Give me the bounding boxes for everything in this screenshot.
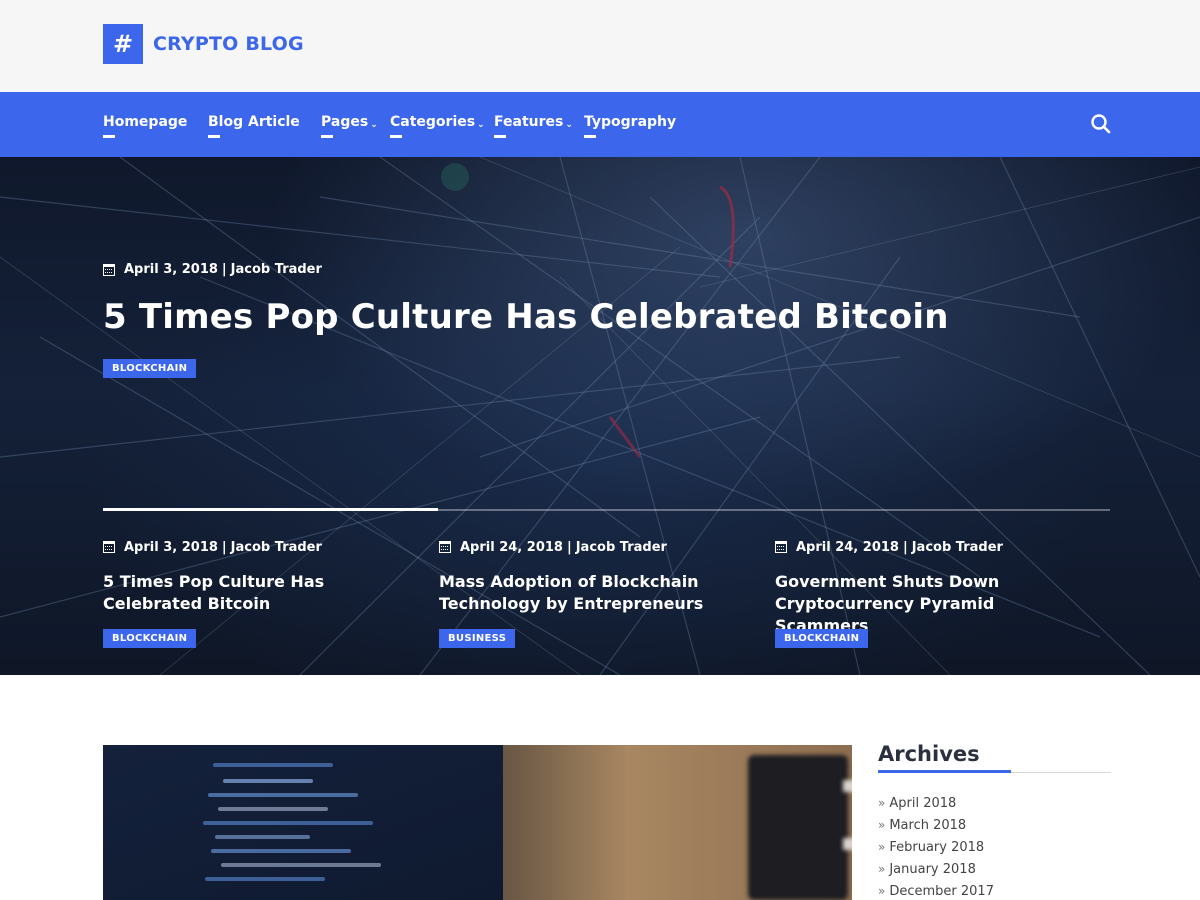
nav-item-label: Typography — [584, 114, 677, 130]
nav-underline — [208, 135, 220, 138]
site-logo[interactable]: # CRYPTO BLOG — [103, 24, 304, 64]
archive-link-label: February 2018 — [889, 839, 985, 855]
post-date: April 3, 2018 — [124, 262, 218, 277]
double-chevron-right-icon: » — [878, 818, 886, 832]
category-badge[interactable]: BLOCKCHAIN — [775, 629, 869, 648]
post-author[interactable]: Jacob Trader — [231, 262, 322, 277]
meta-separator: | — [221, 539, 227, 555]
nav-item-typography[interactable]: Typography — [584, 114, 677, 138]
search-icon[interactable] — [1090, 113, 1112, 135]
post-author[interactable]: Jacob Trader — [576, 540, 667, 555]
nav-item-label: Blog Article — [208, 114, 300, 130]
hero-post-title[interactable]: 5 Times Pop Culture Has Celebrated Bitco… — [103, 297, 949, 337]
archive-link-label: January 2018 — [889, 861, 976, 877]
slide-item[interactable]: April 24, 2018 | Jacob Trader Mass Adopt… — [439, 539, 749, 648]
site-name: CRYPTO BLOG — [153, 33, 304, 55]
code-line — [223, 779, 313, 783]
archives-list: » April 2018 » March 2018 » February 2018 »… — [878, 792, 1111, 900]
post-date: April 3, 2018 — [124, 539, 218, 555]
featured-post-image[interactable] — [103, 745, 852, 900]
archive-link[interactable]: » March 2018 — [878, 814, 1111, 836]
meta-separator: | — [566, 539, 572, 555]
category-badge[interactable]: BLOCKCHAIN — [103, 359, 197, 378]
widget-title-accent — [878, 770, 1011, 773]
slide-item[interactable]: April 24, 2018 | Jacob Trader Government… — [775, 539, 1085, 648]
code-line — [211, 849, 351, 853]
sidebar: Archives » April 2018 » March 2018 » Februa… — [878, 742, 1111, 900]
archives-widget-title: Archives — [878, 742, 980, 766]
site-header: # CRYPTO BLOG — [0, 0, 1200, 92]
post-author[interactable]: Jacob Trader — [912, 540, 1003, 555]
archive-link[interactable]: » January 2018 — [878, 858, 1111, 880]
slider-progress-track — [103, 508, 1110, 511]
code-line — [215, 835, 310, 839]
double-chevron-right-icon: » — [878, 884, 886, 898]
mug-handle — [843, 780, 852, 850]
category-badge[interactable]: BUSINESS — [439, 629, 516, 648]
post-date: April 24, 2018 — [460, 539, 563, 555]
nav-item-label: Categories — [390, 114, 476, 130]
calendar-icon — [439, 541, 451, 553]
slide-post-meta: April 3, 2018 | Jacob Trader — [103, 539, 413, 555]
chevron-down-icon: ⌄ — [477, 120, 485, 130]
nav-item-blog-article[interactable]: Blog Article — [208, 114, 300, 138]
archive-link-label: March 2018 — [889, 817, 967, 833]
post-author[interactable]: Jacob Trader — [231, 540, 322, 555]
nav-item-features[interactable]: Features ⌄ — [494, 114, 573, 138]
calendar-icon — [103, 263, 115, 276]
slider-progress-fill — [103, 508, 439, 511]
archive-link-label: April 2018 — [889, 795, 957, 811]
category-badge[interactable]: BLOCKCHAIN — [103, 629, 197, 648]
code-line — [218, 807, 328, 811]
nav-underline — [321, 135, 333, 138]
widget-title-divider — [878, 770, 1111, 773]
nav-item-label: Features — [494, 114, 564, 130]
code-line — [208, 793, 358, 797]
slide-post-meta: April 24, 2018 | Jacob Trader — [775, 539, 1085, 555]
archive-link[interactable]: » February 2018 — [878, 836, 1111, 858]
double-chevron-right-icon: » — [878, 796, 886, 810]
meta-separator: | — [902, 539, 908, 555]
hero-slider: April 3, 2018 | Jacob Trader 5 Times Pop… — [0, 157, 1200, 675]
main-navigation: Homepage Blog Article Pages ⌄ Categories ⌄… — [0, 92, 1200, 157]
chevron-down-icon: ⌄ — [370, 120, 378, 130]
code-line — [221, 863, 381, 867]
nav-underline — [494, 135, 506, 138]
slide-item[interactable]: April 3, 2018 | Jacob Trader 5 Times Pop… — [103, 539, 413, 648]
slide-post-title[interactable]: Mass Adoption of Blockchain Technology b… — [439, 571, 749, 615]
nav-item-categories[interactable]: Categories ⌄ — [390, 114, 485, 138]
code-line — [205, 877, 325, 881]
slide-post-meta: April 24, 2018 | Jacob Trader — [439, 539, 749, 555]
double-chevron-right-icon: » — [878, 862, 886, 876]
archive-link[interactable]: » April 2018 — [878, 792, 1111, 814]
hero-post-meta: April 3, 2018 | Jacob Trader — [103, 262, 322, 277]
laptop-screen-image — [103, 745, 503, 900]
code-line — [213, 763, 333, 767]
nav-underline — [103, 135, 115, 138]
hash-logo-icon: # — [103, 24, 143, 64]
slide-post-title[interactable]: 5 Times Pop Culture Has Celebrated Bitco… — [103, 571, 413, 615]
double-chevron-right-icon: » — [878, 840, 886, 854]
nav-underline — [390, 135, 402, 138]
nav-item-label: Pages — [321, 114, 369, 130]
chevron-down-icon: ⌄ — [565, 120, 573, 130]
code-line — [203, 821, 373, 825]
archive-link[interactable]: » December 2017 — [878, 880, 1111, 900]
nav-underline — [584, 135, 596, 138]
nav-item-homepage[interactable]: Homepage — [103, 114, 188, 138]
nav-item-pages[interactable]: Pages ⌄ — [321, 114, 378, 138]
nav-item-label: Homepage — [103, 114, 188, 130]
meta-separator: | — [221, 262, 227, 277]
post-date: April 24, 2018 — [796, 539, 899, 555]
calendar-icon — [775, 541, 787, 553]
slide-post-title[interactable]: Government Shuts Down Cryptocurrency Pyr… — [775, 571, 1085, 637]
calendar-icon — [103, 541, 115, 553]
archive-link-label: December 2017 — [889, 883, 994, 899]
coffee-mug-image — [748, 755, 848, 900]
